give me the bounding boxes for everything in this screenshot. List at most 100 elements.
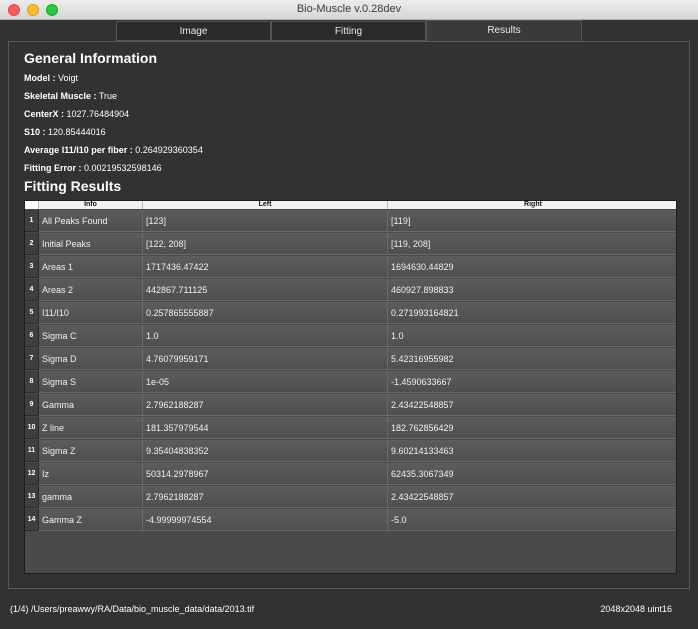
right-cell[interactable]: 0.271993164821 xyxy=(388,302,676,324)
row-number[interactable]: 1 xyxy=(25,210,39,232)
results-panel: General Information Model : Voigt Skelet… xyxy=(8,41,690,589)
info-cell[interactable]: Iz xyxy=(39,463,143,485)
info-cell[interactable]: Areas 2 xyxy=(39,279,143,301)
window-title: Bio-Muscle v.0.28dev xyxy=(296,3,402,15)
info-cell[interactable]: Sigma Z xyxy=(39,440,143,462)
info-cell[interactable]: All Peaks Found xyxy=(39,210,143,232)
table-row[interactable]: 9 Gamma 2.7962188287 2.43422548857 xyxy=(25,394,676,416)
left-cell[interactable]: [123] xyxy=(143,210,388,232)
row-number[interactable]: 3 xyxy=(25,256,39,278)
table-row[interactable]: 1 All Peaks Found [123] [119] xyxy=(25,210,676,232)
left-cell[interactable]: 0.257865555887 xyxy=(143,302,388,324)
info-cell[interactable]: Sigma C xyxy=(39,325,143,347)
average-ratio-label: Average I11/I10 per fiber : xyxy=(24,145,133,155)
right-cell[interactable]: 460927.898833 xyxy=(388,279,676,301)
left-cell[interactable]: 442867.711125 xyxy=(143,279,388,301)
right-cell[interactable]: 2.43422548857 xyxy=(388,394,676,416)
row-number[interactable]: 11 xyxy=(25,440,39,462)
row-number[interactable]: 14 xyxy=(25,509,39,531)
info-cell[interactable]: Initial Peaks xyxy=(39,233,143,255)
left-cell[interactable]: 50314.2978967 xyxy=(143,463,388,485)
table-row[interactable]: 10 Z line 181.357979544 182.762856429 xyxy=(25,417,676,439)
model-value: Voigt xyxy=(58,73,79,83)
skeletal-muscle-value: True xyxy=(98,91,118,101)
row-number[interactable]: 7 xyxy=(25,348,39,370)
fitting-error-line: Fitting Error : 0.00219532598146 xyxy=(24,163,162,173)
centerx-value: 1027.76484904 xyxy=(66,109,130,119)
left-cell[interactable]: 4.76079959171 xyxy=(143,348,388,370)
column-header-right[interactable]: Right xyxy=(388,201,676,209)
right-cell[interactable]: -1.4590633667 xyxy=(388,371,676,393)
s10-line: S10 : 120.85444016 xyxy=(24,127,106,137)
row-number[interactable]: 12 xyxy=(25,463,39,485)
tab-image[interactable]: Image xyxy=(116,21,271,41)
skeletal-muscle-label: Skeletal Muscle : xyxy=(24,91,97,101)
skeletal-muscle-line: Skeletal Muscle : True xyxy=(24,91,117,101)
info-cell[interactable]: Gamma Z xyxy=(39,509,143,531)
tab-results[interactable]: Results xyxy=(426,20,582,41)
row-number[interactable]: 8 xyxy=(25,371,39,393)
info-cell[interactable]: gamma xyxy=(39,486,143,508)
table-row[interactable]: 13 gamma 2.7962188287 2.43422548857 xyxy=(25,486,676,508)
table-row[interactable]: 5 I11/I10 0.257865555887 0.271993164821 xyxy=(25,302,676,324)
left-cell[interactable]: 1e-05 xyxy=(143,371,388,393)
left-cell[interactable]: -4.99999974554 xyxy=(143,509,388,531)
select-all-corner[interactable] xyxy=(25,201,39,209)
right-cell[interactable]: 9.60214133463 xyxy=(388,440,676,462)
info-cell[interactable]: Areas 1 xyxy=(39,256,143,278)
info-cell[interactable]: Z line xyxy=(39,417,143,439)
right-cell[interactable]: 62435.3067349 xyxy=(388,463,676,485)
column-header-info[interactable]: Info xyxy=(39,201,143,209)
average-ratio-value: 0.264929360354 xyxy=(135,145,203,155)
row-number[interactable]: 4 xyxy=(25,279,39,301)
s10-label: S10 : xyxy=(24,127,46,137)
average-ratio-line: Average I11/I10 per fiber : 0.2649293603… xyxy=(24,145,203,155)
table-row[interactable]: 14 Gamma Z -4.99999974554 -5.0 xyxy=(25,509,676,531)
fitting-results-heading: Fitting Results xyxy=(24,178,122,194)
table-row[interactable]: 6 Sigma C 1.0 1.0 xyxy=(25,325,676,347)
title-bar: Bio-Muscle v.0.28dev xyxy=(0,0,698,20)
left-cell[interactable]: 2.7962188287 xyxy=(143,486,388,508)
left-cell[interactable]: [122, 208] xyxy=(143,233,388,255)
general-information-heading: General Information xyxy=(24,50,158,66)
right-cell[interactable]: 1694630.44829 xyxy=(388,256,676,278)
table-row[interactable]: 3 Areas 1 1717436.47422 1694630.44829 xyxy=(25,256,676,278)
table-row[interactable]: 4 Areas 2 442867.711125 460927.898833 xyxy=(25,279,676,301)
info-cell[interactable]: Gamma xyxy=(39,394,143,416)
right-cell[interactable]: 5.42316955982 xyxy=(388,348,676,370)
tab-bar: Image Fitting Results xyxy=(116,20,582,42)
column-header-left[interactable]: Left xyxy=(143,201,388,209)
info-cell[interactable]: Sigma D xyxy=(39,348,143,370)
right-cell[interactable]: -5.0 xyxy=(388,509,676,531)
left-cell[interactable]: 181.357979544 xyxy=(143,417,388,439)
row-number[interactable]: 5 xyxy=(25,302,39,324)
row-number[interactable]: 13 xyxy=(25,486,39,508)
status-bar: (1/4) /Users/preawwy/RA/Data/bio_muscle_… xyxy=(0,598,698,620)
model-line: Model : Voigt xyxy=(24,73,78,83)
left-cell[interactable]: 2.7962188287 xyxy=(143,394,388,416)
right-cell[interactable]: 182.762856429 xyxy=(388,417,676,439)
left-cell[interactable]: 9.35404838352 xyxy=(143,440,388,462)
table-row[interactable]: 7 Sigma D 4.76079959171 5.42316955982 xyxy=(25,348,676,370)
fitting-results-table[interactable]: Info Left Right 1 All Peaks Found [123] [11… xyxy=(24,200,677,574)
table-row[interactable]: 12 Iz 50314.2978967 62435.3067349 xyxy=(25,463,676,485)
row-number[interactable]: 9 xyxy=(25,394,39,416)
right-cell[interactable]: 1.0 xyxy=(388,325,676,347)
row-number[interactable]: 6 xyxy=(25,325,39,347)
model-label: Model : xyxy=(24,73,56,83)
row-number[interactable]: 10 xyxy=(25,417,39,439)
right-cell[interactable]: [119, 208] xyxy=(388,233,676,255)
s10-value: 120.85444016 xyxy=(48,127,106,137)
table-row[interactable]: 8 Sigma S 1e-05 -1.4590633667 xyxy=(25,371,676,393)
right-cell[interactable]: 2.43422548857 xyxy=(388,486,676,508)
table-row[interactable]: 11 Sigma Z 9.35404838352 9.60214133463 xyxy=(25,440,676,462)
left-cell[interactable]: 1.0 xyxy=(143,325,388,347)
left-cell[interactable]: 1717436.47422 xyxy=(143,256,388,278)
info-cell[interactable]: Sigma S xyxy=(39,371,143,393)
right-cell[interactable]: [119] xyxy=(388,210,676,232)
table-row[interactable]: 2 Initial Peaks [122, 208] [119, 208] xyxy=(25,233,676,255)
row-number[interactable]: 2 xyxy=(25,233,39,255)
tab-fitting[interactable]: Fitting xyxy=(271,21,426,41)
centerx-label: CenterX : xyxy=(24,109,65,119)
info-cell[interactable]: I11/I10 xyxy=(39,302,143,324)
